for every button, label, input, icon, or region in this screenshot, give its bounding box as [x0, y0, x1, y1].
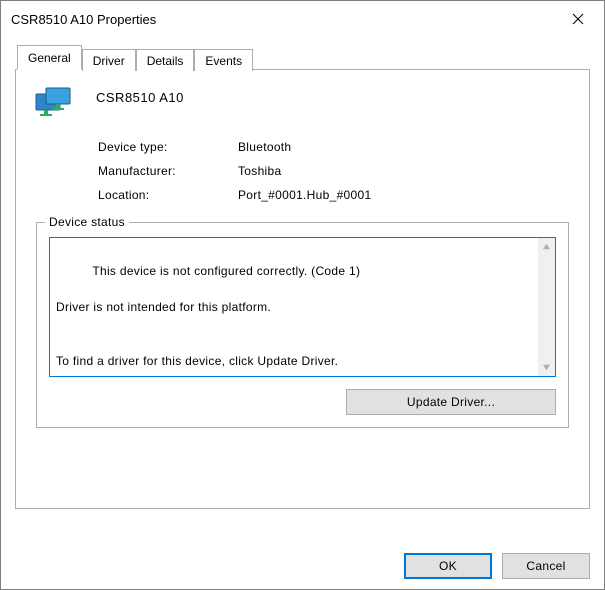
prop-location: Location: Port_#0001.Hub_#0001: [98, 188, 569, 202]
ok-button[interactable]: OK: [404, 553, 492, 579]
device-properties: Device type: Bluetooth Manufacturer: Tos…: [98, 140, 569, 202]
tab-details[interactable]: Details: [136, 49, 195, 71]
close-button[interactable]: [556, 4, 600, 34]
device-status-legend: Device status: [45, 215, 129, 229]
location-value: Port_#0001.Hub_#0001: [238, 188, 371, 202]
titlebar: CSR8510 A10 Properties: [1, 1, 604, 37]
cancel-button[interactable]: Cancel: [502, 553, 590, 579]
prop-device-type: Device type: Bluetooth: [98, 140, 569, 154]
tab-driver[interactable]: Driver: [82, 49, 136, 71]
manufacturer-value: Toshiba: [238, 164, 281, 178]
tabstrip: General Driver Details Events: [15, 45, 590, 70]
dialog-buttons: OK Cancel: [15, 539, 590, 579]
location-label: Location:: [98, 188, 238, 202]
device-header: CSR8510 A10: [36, 88, 569, 122]
content-area: General Driver Details Events CSR8510 A1…: [1, 37, 604, 589]
update-driver-button[interactable]: Update Driver...: [346, 389, 556, 415]
device-status-group: Device status This device is not configu…: [36, 222, 569, 428]
device-type-value: Bluetooth: [238, 140, 291, 154]
tab-panel-general: CSR8510 A10 Device type: Bluetooth Manuf…: [15, 69, 590, 509]
tab-general[interactable]: General: [17, 45, 82, 70]
device-status-text[interactable]: This device is not configured correctly.…: [49, 237, 556, 377]
device-type-label: Device type:: [98, 140, 238, 154]
manufacturer-label: Manufacturer:: [98, 164, 238, 178]
window-title: CSR8510 A10 Properties: [11, 12, 156, 27]
device-name: CSR8510 A10: [96, 88, 184, 105]
scroll-up-icon: [542, 242, 551, 251]
scroll-down-icon: [542, 363, 551, 372]
update-driver-row: Update Driver...: [49, 389, 556, 415]
tab-events[interactable]: Events: [194, 49, 253, 71]
prop-manufacturer: Manufacturer: Toshiba: [98, 164, 569, 178]
close-icon: [572, 13, 584, 25]
scrollbar[interactable]: [538, 238, 555, 376]
monitors-icon: [34, 86, 78, 122]
properties-dialog: CSR8510 A10 Properties General Driver De…: [0, 0, 605, 590]
status-text-content: This device is not configured correctly.…: [56, 264, 360, 368]
